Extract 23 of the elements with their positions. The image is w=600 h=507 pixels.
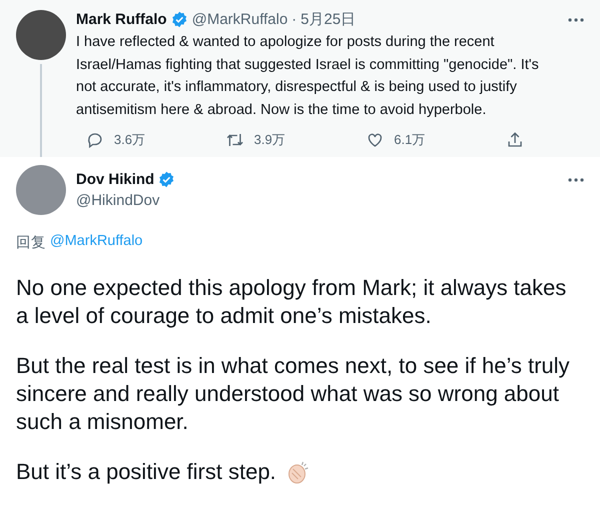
author-name[interactable]: Mark Ruffalo [76,11,167,28]
reply-label: 回复 [16,234,46,252]
author-handle[interactable]: @HikindDov [76,192,584,209]
more-icon[interactable] [568,18,584,22]
verified-badge-icon [158,171,176,188]
share-icon[interactable] [506,131,524,149]
like-count: 6.1万 [394,131,426,149]
author-name[interactable]: Dov Hikind [76,171,154,188]
tweet-paragraph: No one expected this apology from Mark; it always takes a level of courage to admit one’s mistakes. [16,274,568,330]
verified-badge-icon [170,11,188,28]
tweet-paragraph: But it’s a positive first step. [16,458,276,486]
tweet-date[interactable]: 5月25日 [300,10,356,29]
reply-icon[interactable] [86,131,104,149]
author-handle[interactable]: @MarkRuffalo [192,11,288,28]
heart-icon[interactable] [366,131,384,149]
more-icon[interactable] [568,178,584,182]
retweet-count: 3.9万 [254,131,286,149]
separator-dot: · [292,11,297,28]
tweet-text: I have reflected & wanted to apologize for posts during the recent Israel/Hamas fighting that suggested Israel is committing "genocide". It's not accurate, it's inflammatory, disrespectful & is being used to justify antisemitism here & abroad. Now is the time to avoid hyperbole. [76,33,540,120]
tweet-paragraph: But the real test is in what comes next, to see if he’s truly sincere and really understood what was so wrong about such a misnomer. [16,352,571,436]
avatar-placeholder[interactable] [16,10,66,60]
reply-count: 3.6万 [114,131,146,149]
retweet-icon[interactable] [226,131,244,149]
